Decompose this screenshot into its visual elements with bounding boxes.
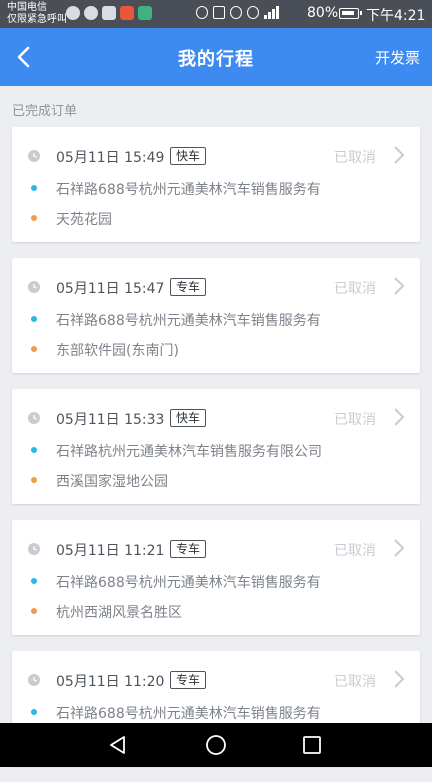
eye-comfort-icon (247, 6, 259, 19)
system-status-icons (196, 6, 279, 19)
start-point-dot (31, 578, 37, 584)
car-type-badge: 专车 (170, 671, 207, 689)
order-status: 已取消 (334, 412, 376, 428)
bluetooth-icon (213, 6, 225, 19)
start-address: 石祥路688号杭州元通美林汽车销售服务有 (56, 706, 321, 722)
car-type-badge: 专车 (170, 278, 207, 296)
battery-percentage: 80% (307, 5, 339, 21)
clock-icon (28, 674, 40, 686)
end-address: 西溪国家湿地公园 (56, 474, 168, 490)
order-status: 已取消 (334, 281, 376, 297)
page-title: 我的行程 (178, 49, 254, 70)
nav-back-icon[interactable] (108, 735, 128, 755)
clock-icon (28, 543, 40, 555)
carrier-name: 中国电信 (7, 2, 47, 13)
car-type-badge: 快车 (170, 409, 207, 427)
nav-recent-apps-icon[interactable] (302, 735, 322, 755)
alarm-icon (230, 6, 242, 19)
start-address: 石祥路688号杭州元通美林汽车销售服务有 (56, 313, 321, 329)
end-point-dot (31, 215, 37, 221)
start-point-dot (31, 185, 37, 191)
end-point-dot (31, 477, 37, 483)
key-notification-icon (102, 6, 116, 20)
issue-invoice-button[interactable]: 开发票 (375, 47, 420, 68)
nav-home-icon[interactable] (205, 734, 227, 756)
order-time: 05月11日 15:49 (56, 150, 165, 166)
start-address: 石祥路688号杭州元通美林汽车销售服务有 (56, 575, 321, 591)
chevron-right-icon (394, 539, 405, 557)
location-icon (196, 6, 208, 19)
order-status: 已取消 (334, 543, 376, 559)
notification-icons (66, 6, 152, 20)
chevron-right-icon (394, 670, 405, 688)
start-point-dot (31, 316, 37, 322)
chevron-right-icon (394, 408, 405, 426)
end-address: 东部软件园(东南门) (56, 343, 179, 359)
clock-icon (28, 281, 40, 293)
start-point-dot (31, 447, 37, 453)
end-point-dot (31, 608, 37, 614)
order-card[interactable]: 05月11日 11:21 专车 已取消 石祥路688号杭州元通美林汽车销售服务有… (12, 520, 420, 635)
battery-icon (339, 8, 362, 19)
weibo-notification-icon (120, 6, 134, 20)
app-notification-icon (138, 6, 152, 20)
section-label-completed-orders: 已完成订单 (12, 104, 78, 119)
end-address: 杭州西湖风景名胜区 (56, 605, 182, 621)
signal-strength-icon (264, 6, 279, 19)
chevron-right-icon (394, 146, 405, 164)
order-card[interactable]: 05月11日 15:33 快车 已取消 石祥路杭州元通美林汽车销售服务有限公司 … (12, 389, 420, 504)
clock-icon (28, 150, 40, 162)
chevron-right-icon (394, 277, 405, 295)
app-header: 我的行程 开发票 (0, 28, 432, 86)
order-card[interactable]: 05月11日 15:49 快车 已取消 石祥路688号杭州元通美林汽车销售服务有… (12, 127, 420, 242)
clock-icon (28, 412, 40, 424)
order-list: 05月11日 15:49 快车 已取消 石祥路688号杭州元通美林汽车销售服务有… (12, 127, 420, 782)
carrier-emergency-note: 仅限紧急呼叫 (7, 14, 67, 25)
order-time: 05月11日 15:33 (56, 412, 165, 428)
status-time: 下午4:21 (366, 8, 426, 24)
end-address: 天苑花园 (56, 212, 112, 228)
start-address: 石祥路杭州元通美林汽车销售服务有限公司 (56, 444, 322, 460)
status-bar: 中国电信 仅限紧急呼叫 80% 下午4:21 (0, 0, 432, 28)
car-type-badge: 专车 (170, 540, 207, 558)
order-time: 05月11日 15:47 (56, 281, 165, 297)
browser-notification-icon (66, 6, 80, 20)
carrier-info: 中国电信 仅限紧急呼叫 (7, 2, 67, 26)
order-time: 05月11日 11:21 (56, 543, 165, 559)
start-address: 石祥路688号杭州元通美林汽车销售服务有 (56, 182, 321, 198)
order-status: 已取消 (334, 674, 376, 690)
car-type-badge: 快车 (170, 147, 207, 165)
order-time: 05月11日 11:20 (56, 674, 165, 690)
order-status: 已取消 (334, 150, 376, 166)
chat-notification-icon (84, 6, 98, 20)
start-point-dot (31, 709, 37, 715)
order-card[interactable]: 05月11日 15:47 专车 已取消 石祥路688号杭州元通美林汽车销售服务有… (12, 258, 420, 373)
end-point-dot (31, 346, 37, 352)
system-navigation-bar (0, 723, 432, 767)
